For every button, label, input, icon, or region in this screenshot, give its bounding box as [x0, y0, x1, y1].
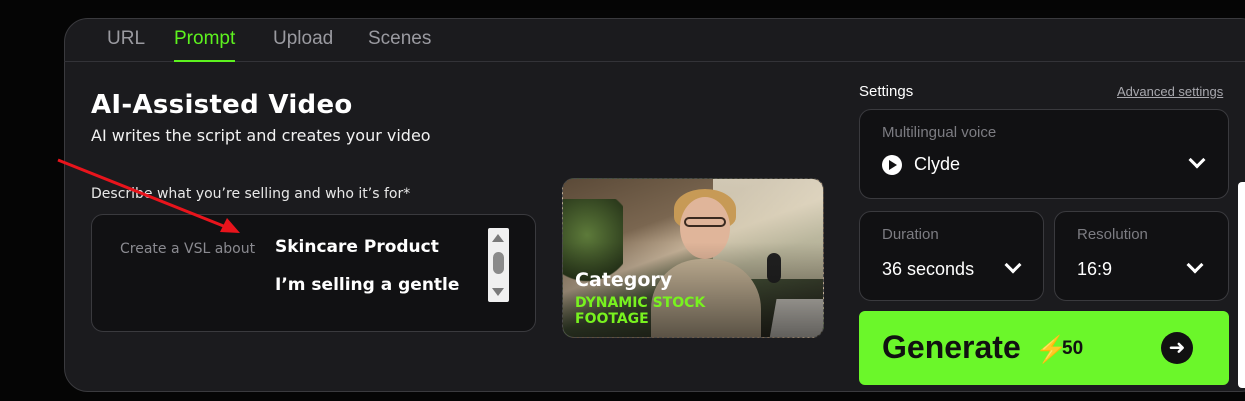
generate-cost: 50: [1062, 338, 1084, 359]
tab-prompt[interactable]: Prompt: [174, 28, 236, 62]
resolution-label: Resolution: [1077, 226, 1148, 243]
category-label: Category: [575, 269, 673, 291]
tab-upload[interactable]: Upload: [273, 28, 333, 60]
chevron-down-icon: [1186, 256, 1204, 274]
scroll-thumb[interactable]: [493, 252, 504, 274]
category-value: DYNAMIC STOCK FOOTAGE: [575, 295, 706, 327]
duration-label: Duration: [882, 226, 939, 243]
generate-button[interactable]: Generate ⚡ 50 ➜: [859, 311, 1229, 385]
chevron-down-icon: [1188, 151, 1206, 169]
scroll-up-icon[interactable]: [492, 234, 504, 242]
side-panel-edge: [1238, 182, 1245, 388]
arrow-right-icon: ➜: [1161, 332, 1193, 364]
generate-label: Generate: [882, 329, 1021, 365]
prompt-line-1: Skincare Product: [275, 237, 439, 257]
chevron-down-icon: [1004, 256, 1022, 274]
voice-label: Multilingual voice: [882, 124, 997, 141]
duration-select[interactable]: Duration 36 seconds: [859, 211, 1044, 301]
scroll-down-icon[interactable]: [492, 288, 504, 296]
category-card[interactable]: Category DYNAMIC STOCK FOOTAGE: [562, 178, 824, 338]
voice-value: Clyde: [914, 154, 961, 174]
prompt-prefix: Create a VSL about: [120, 241, 256, 257]
tab-scenes[interactable]: Scenes: [368, 28, 431, 60]
advanced-settings-link[interactable]: Advanced settings: [1117, 84, 1223, 99]
prompt-line-2: I’m selling a gentle: [275, 275, 460, 295]
prompt-scrollbar[interactable]: [488, 228, 509, 302]
prompt-textarea[interactable]: Create a VSL about Skincare Product I’m …: [91, 214, 536, 332]
page-title: AI-Assisted Video: [91, 90, 353, 120]
tab-bar: URL Prompt Upload Scenes: [64, 18, 1245, 62]
resolution-select[interactable]: Resolution 16:9: [1054, 211, 1229, 301]
prompt-field-label: Describe what you’re selling and who it’…: [91, 186, 411, 202]
resolution-value: 16:9: [1077, 259, 1113, 279]
duration-value: 36 seconds: [882, 259, 975, 279]
settings-heading: Settings: [859, 83, 914, 100]
tab-url[interactable]: URL: [107, 28, 145, 60]
voice-select[interactable]: Multilingual voice Clyde: [859, 109, 1229, 199]
play-icon[interactable]: [882, 155, 902, 175]
page-subtitle: AI writes the script and creates your vi…: [91, 126, 431, 145]
